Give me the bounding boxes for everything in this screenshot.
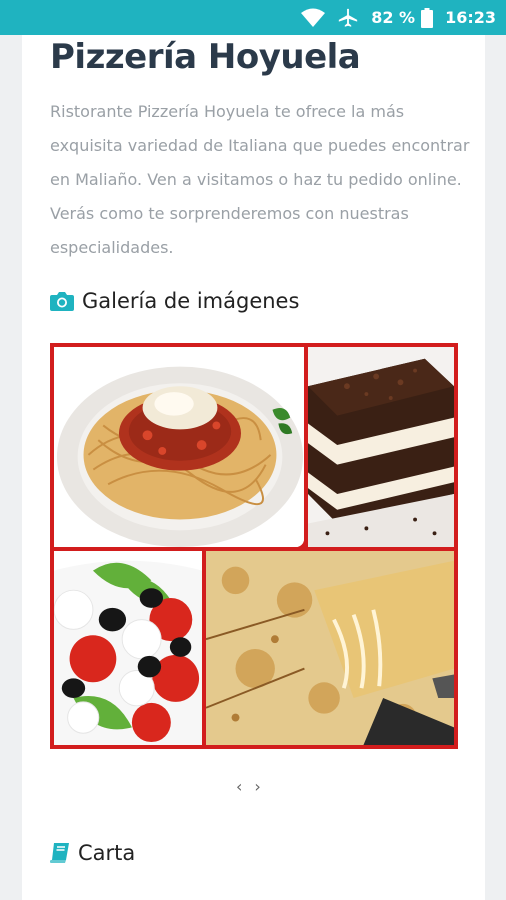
restaurant-card: Pizzería Hoyuela Ristorante Pizzería Hoy…: [22, 35, 485, 900]
clock-time: 16:23: [445, 8, 496, 27]
camera-icon: [50, 291, 74, 311]
cheese-pizza-photo[interactable]: [204, 549, 456, 747]
caprese-salad-photo[interactable]: [52, 549, 204, 747]
spaghetti-bolognese-photo[interactable]: [52, 345, 306, 549]
restaurant-name: Pizzería Hoyuela: [50, 37, 361, 77]
gallery-prev-button[interactable]: ‹: [236, 777, 242, 796]
book-icon: [50, 842, 70, 864]
gallery-next-button[interactable]: ›: [254, 777, 260, 796]
airplane-mode-icon: [337, 7, 359, 29]
menu-heading[interactable]: Carta: [50, 841, 135, 865]
battery-icon: [421, 7, 434, 28]
menu-heading-label: Carta: [78, 841, 136, 865]
tiramisu-photo[interactable]: [306, 345, 456, 549]
gallery-heading: Galería de imágenes: [50, 289, 299, 313]
image-gallery[interactable]: [50, 343, 458, 749]
wifi-icon: [301, 8, 326, 28]
battery-percentage: 82 %: [371, 8, 416, 27]
status-bar: 82 % 16:23: [0, 0, 506, 35]
gallery-pager: ‹ ›: [236, 777, 261, 796]
gallery-heading-label: Galería de imágenes: [82, 289, 300, 313]
restaurant-description: Ristorante Pizzería Hoyuela te ofrece la…: [50, 102, 470, 257]
